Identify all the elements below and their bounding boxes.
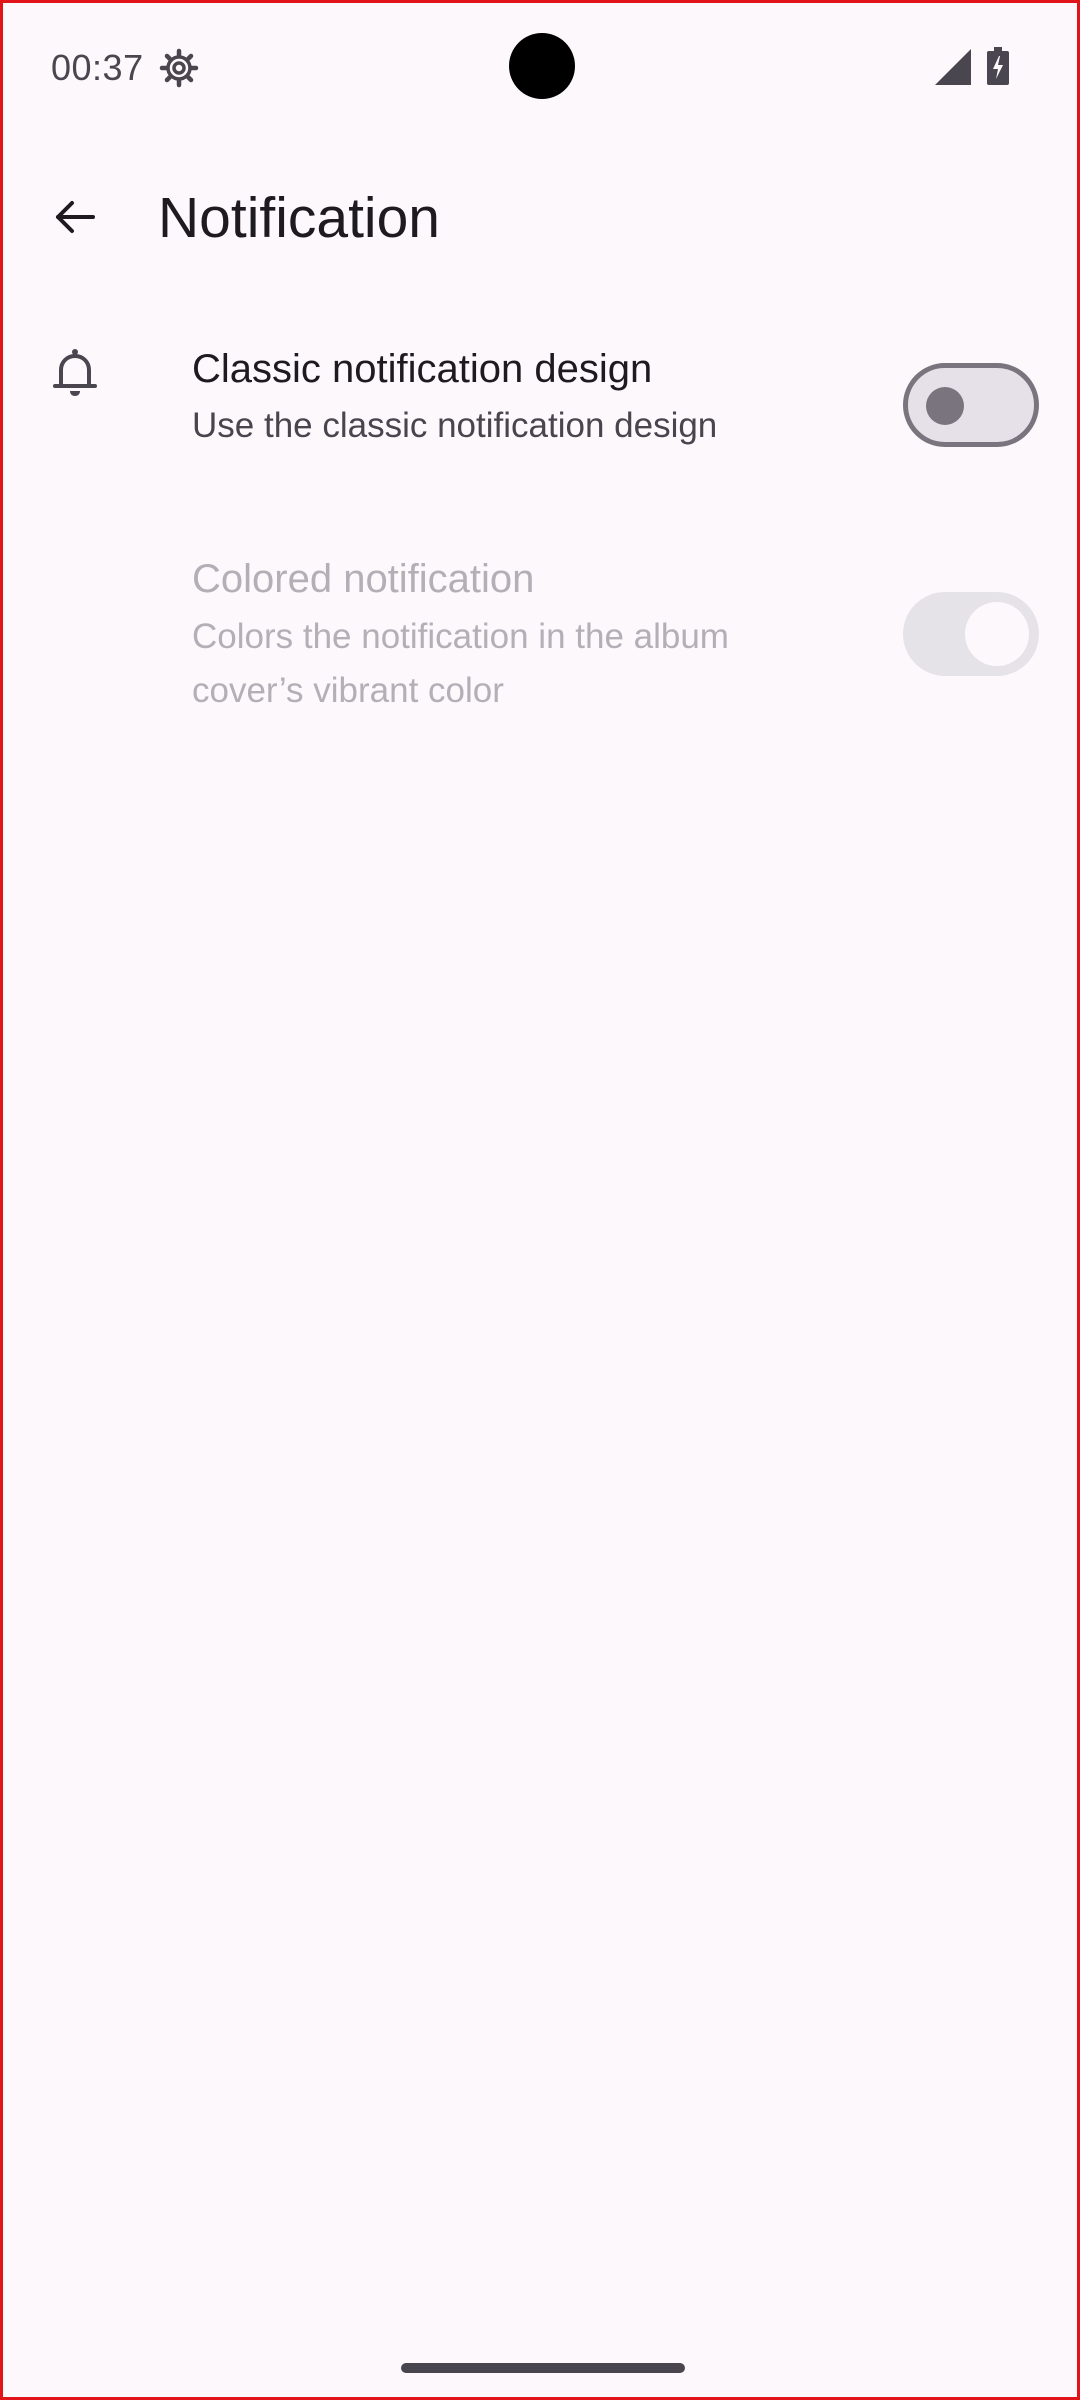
colored-notification-switch [903,592,1039,676]
camera-cutout [509,33,575,99]
pref-summary: Use the classic notification design [192,406,718,445]
home-indicator[interactable] [401,2363,685,2373]
screen: 00:37 Notification Classic notification … [0,0,1080,2400]
back-button[interactable] [33,177,117,261]
arrow-back-icon [51,193,99,246]
gear-icon [159,48,199,88]
signal-icon [935,49,971,85]
switch-thumb [965,602,1029,666]
switch-thumb [926,387,964,425]
pref-title: Colored notification [192,557,535,601]
page-title: Notification [158,186,440,250]
battery-charging-icon [987,47,1009,85]
pref-classic-notification[interactable]: Classic notification design Use the clas… [3,323,1077,493]
bell-icon [47,345,103,401]
classic-notification-switch[interactable] [903,363,1039,447]
status-bar: 00:37 [3,3,1077,133]
pref-colored-notification: Colored notification Colors the notifica… [3,533,1077,733]
top-app-bar: Notification [3,153,1077,283]
status-time: 00:37 [51,47,144,88]
pref-title: Classic notification design [192,347,653,391]
pref-summary: Colors the notification in the album cov… [192,617,729,710]
